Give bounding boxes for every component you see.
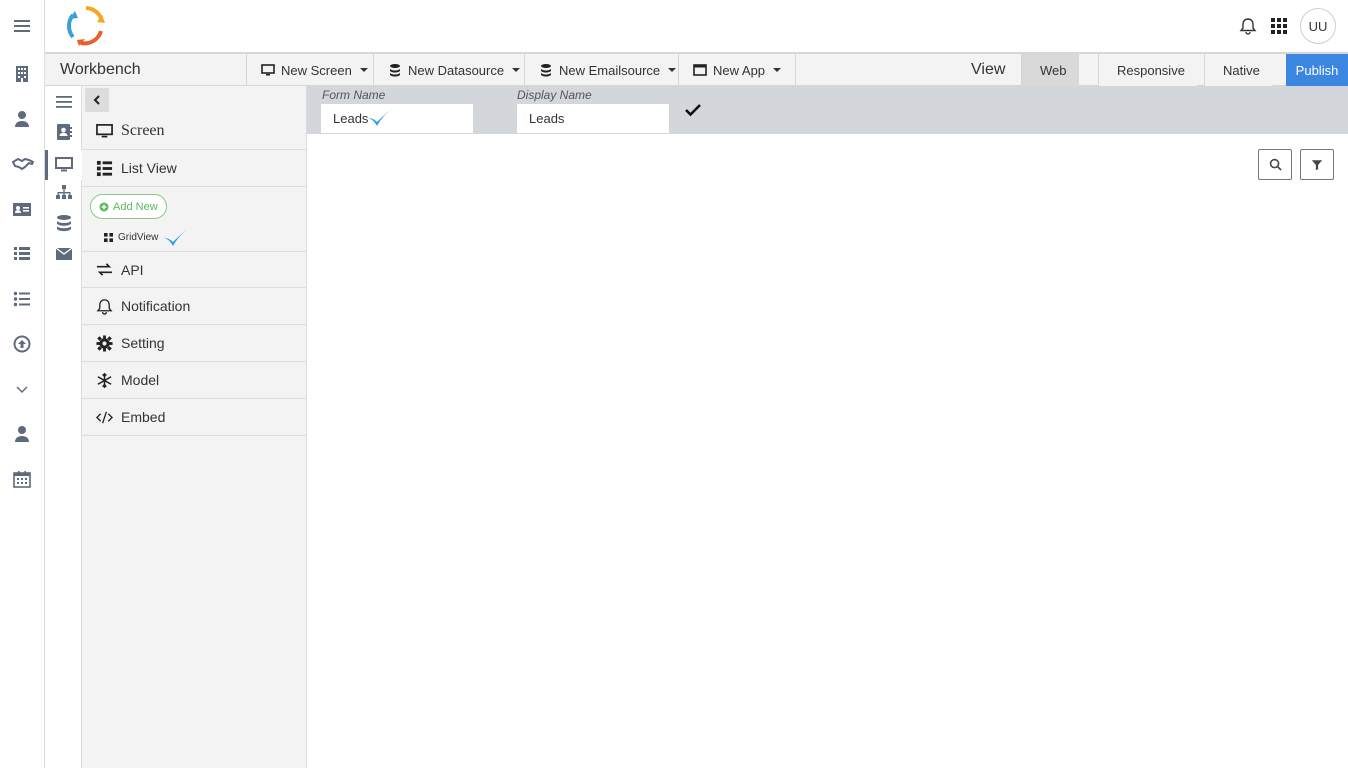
envelope-icon[interactable] bbox=[55, 245, 73, 263]
monitor-icon bbox=[96, 123, 113, 137]
setting-label: Setting bbox=[121, 335, 165, 351]
setting-item[interactable]: Setting bbox=[82, 325, 306, 362]
gear-icon bbox=[96, 334, 113, 352]
new-app-label: New App bbox=[713, 62, 766, 78]
person-icon[interactable] bbox=[12, 424, 32, 444]
caret-down-icon bbox=[359, 68, 368, 72]
list-view-icon bbox=[96, 160, 113, 176]
list-view-label: List View bbox=[121, 160, 177, 176]
filter-button[interactable] bbox=[1300, 149, 1334, 180]
view-responsive-label: Responsive bbox=[1117, 62, 1185, 78]
list-icon[interactable] bbox=[12, 244, 32, 264]
add-new-label: Add New bbox=[113, 200, 158, 213]
new-screen-label: New Screen bbox=[281, 62, 352, 78]
apps-grid-icon[interactable] bbox=[1270, 17, 1288, 35]
embed-item[interactable]: Embed bbox=[82, 399, 306, 436]
view-native-label: Native bbox=[1223, 62, 1260, 78]
workbench-toolbar: Workbench New Screen New Datasource New … bbox=[45, 53, 1348, 86]
screen-section-header: Screen bbox=[82, 113, 306, 150]
filter-icon bbox=[1311, 159, 1323, 170]
view-web-button[interactable]: Web bbox=[1021, 54, 1079, 86]
hamburger-menu-icon[interactable] bbox=[55, 93, 73, 111]
check-mark-icon bbox=[164, 227, 193, 246]
screen-tab-monitor-icon[interactable] bbox=[45, 150, 82, 180]
list-view-item[interactable]: List View bbox=[82, 150, 306, 187]
database-icon bbox=[390, 64, 400, 77]
new-emailsource-label: New Emailsource bbox=[559, 62, 661, 78]
hamburger-menu-icon[interactable] bbox=[12, 16, 32, 36]
new-datasource-label: New Datasource bbox=[408, 62, 505, 78]
display-name-label: Display Name bbox=[517, 88, 592, 102]
app-logo[interactable] bbox=[63, 3, 109, 49]
workbench-title: Workbench bbox=[60, 61, 141, 78]
gridview-item[interactable]: GridView bbox=[104, 226, 193, 248]
window-icon bbox=[693, 64, 707, 76]
form-name-label: Form Name bbox=[322, 88, 386, 102]
form-name-input[interactable] bbox=[321, 104, 473, 133]
handshake-icon[interactable] bbox=[12, 154, 34, 174]
search-button[interactable] bbox=[1258, 149, 1292, 180]
model-label: Model bbox=[121, 372, 160, 388]
user-icon[interactable] bbox=[12, 109, 32, 129]
monitor-icon bbox=[261, 64, 275, 76]
notification-label: Notification bbox=[121, 298, 191, 314]
notification-item[interactable]: Notification bbox=[82, 288, 306, 325]
notification-bell-icon[interactable] bbox=[1239, 17, 1257, 35]
code-icon bbox=[96, 411, 113, 423]
add-new-button[interactable]: Add New bbox=[90, 194, 167, 219]
address-book-icon[interactable] bbox=[55, 123, 73, 141]
view-responsive-button[interactable]: Responsive bbox=[1098, 54, 1197, 86]
database-icon bbox=[541, 64, 551, 77]
api-label: API bbox=[121, 261, 144, 278]
confirm-check-icon[interactable] bbox=[685, 102, 701, 118]
calendar-icon[interactable] bbox=[12, 469, 32, 489]
chevron-down-icon[interactable] bbox=[12, 379, 32, 399]
gridview-label: GridView bbox=[118, 231, 159, 243]
caret-down-icon bbox=[668, 68, 677, 72]
exchange-arrows-icon bbox=[96, 263, 113, 276]
plus-circle-icon bbox=[99, 202, 109, 211]
grid-icon bbox=[104, 232, 113, 242]
left-rail bbox=[0, 0, 45, 768]
user-avatar[interactable]: UU bbox=[1300, 8, 1336, 44]
check-mark-icon bbox=[368, 107, 396, 126]
display-name-input[interactable] bbox=[517, 104, 669, 133]
chevron-left-icon bbox=[93, 95, 100, 105]
form-header-bar: Form Name Display Name bbox=[307, 86, 1348, 134]
collapse-panel-button[interactable] bbox=[85, 88, 109, 112]
new-app-dropdown[interactable]: New App bbox=[678, 54, 797, 86]
screen-panel: Screen List View Add New GridView API No… bbox=[82, 86, 307, 768]
upload-circle-icon[interactable] bbox=[12, 334, 32, 354]
caret-down-icon bbox=[512, 68, 521, 72]
search-icon bbox=[1269, 158, 1282, 171]
api-item[interactable]: API bbox=[82, 251, 306, 288]
new-datasource-dropdown[interactable]: New Datasource bbox=[373, 54, 534, 86]
contact-card-icon[interactable] bbox=[12, 199, 32, 219]
view-label: View bbox=[971, 61, 1006, 78]
embed-label: Embed bbox=[121, 409, 166, 425]
bulleted-list-icon[interactable] bbox=[12, 289, 32, 309]
top-header: UU bbox=[45, 0, 1348, 53]
caret-down-icon bbox=[773, 68, 782, 72]
building-icon[interactable] bbox=[12, 64, 32, 84]
publish-button[interactable]: Publish bbox=[1286, 54, 1348, 86]
screen-section-title: Screen bbox=[121, 122, 165, 139]
new-screen-dropdown[interactable]: New Screen bbox=[246, 54, 382, 86]
new-emailsource-dropdown[interactable]: New Emailsource bbox=[524, 54, 690, 86]
view-native-button[interactable]: Native bbox=[1204, 54, 1272, 86]
view-web-label: Web bbox=[1040, 62, 1067, 78]
workbench-subrail bbox=[45, 86, 82, 768]
sitemap-icon[interactable] bbox=[55, 184, 73, 202]
model-item[interactable]: Model bbox=[82, 362, 306, 399]
snowflake-icon bbox=[97, 372, 112, 388]
bell-icon bbox=[96, 298, 113, 315]
database-icon[interactable] bbox=[55, 214, 73, 232]
